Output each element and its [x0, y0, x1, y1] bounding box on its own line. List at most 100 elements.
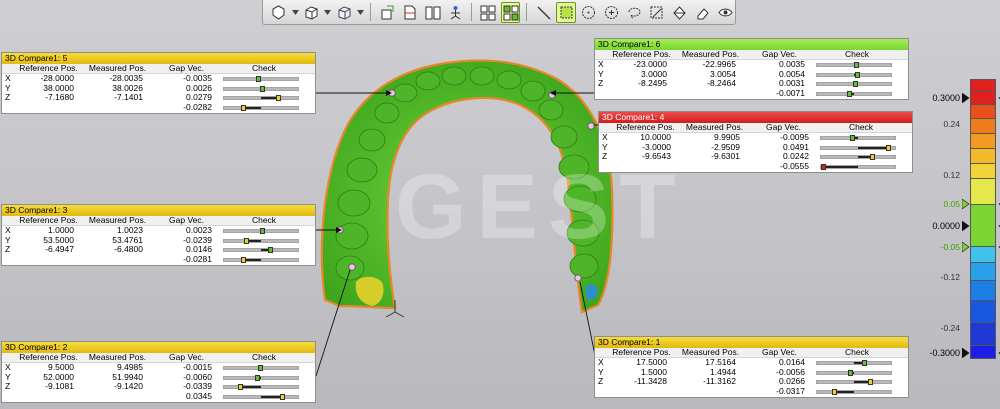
- column-header: Check: [848, 122, 874, 132]
- gauge-line: [823, 166, 858, 169]
- compare-panel-compare6[interactable]: 3D Compare1: 6 Reference Pos. Measured Pos…: [594, 38, 909, 100]
- scale-marker-icon[interactable]: [962, 348, 1000, 358]
- fill-select-icon: [673, 5, 686, 20]
- column-header: Check: [844, 49, 870, 59]
- gauge-track: [223, 227, 299, 234]
- fill-select-button[interactable]: [670, 2, 690, 23]
- gauge-marker: [260, 85, 266, 92]
- compare-panel-compare3[interactable]: 3D Compare1: 3 Reference Pos. Measured Pos…: [1, 204, 316, 266]
- total-gap-value: 0.0345: [186, 391, 212, 402]
- circle-select-icon: [582, 5, 596, 19]
- gauge-marker: [259, 227, 265, 234]
- gauge-marker: [854, 71, 860, 78]
- grid-icon: [480, 5, 496, 20]
- header-axis: [595, 50, 607, 59]
- compare-panel-compare4[interactable]: 3D Compare1: 4 Reference Pos. Measured Pos…: [598, 111, 913, 173]
- eye-button[interactable]: [715, 2, 735, 23]
- gauge-marker: [256, 75, 262, 82]
- check-gauge: [221, 245, 307, 255]
- gauge-track: [816, 359, 892, 366]
- compare-panel-compare5[interactable]: 3D Compare1: 5 Reference Pos. Measured Pos…: [1, 52, 316, 114]
- column-header: Gap Vec.: [169, 215, 204, 225]
- scale-marker-icon[interactable]: [962, 220, 1000, 231]
- measured-value: -9.1420: [114, 381, 143, 392]
- total-row: -0.0282: [2, 102, 315, 113]
- check-gauge: [814, 387, 900, 397]
- column-header: Gap Vec.: [762, 49, 797, 59]
- gauge-track: [223, 394, 299, 401]
- gauge-track: [223, 237, 299, 244]
- chevron-down-icon[interactable]: [357, 2, 365, 23]
- chevron-down-icon[interactable]: [324, 2, 332, 23]
- gauge-marker: [849, 134, 855, 141]
- surface-mode-icon: [272, 4, 285, 20]
- lasso-select-icon: [628, 7, 641, 19]
- column-header: Measured Pos.: [681, 49, 740, 59]
- deviation-button[interactable]: [500, 1, 521, 23]
- scale-label: -0.05: [940, 241, 960, 252]
- circle-select-button[interactable]: [579, 2, 599, 23]
- table-row: Z -6.4947 -6.4800 0.0146: [2, 245, 315, 255]
- empty-cell: [680, 162, 749, 172]
- gauge-track: [223, 374, 299, 381]
- total-gap-value: -0.0282: [183, 102, 212, 113]
- clipping-plane-button[interactable]: [377, 2, 397, 23]
- wire-cube-button[interactable]: [334, 2, 354, 23]
- split-view-button[interactable]: [423, 2, 443, 23]
- column-header: Reference Pos.: [19, 63, 78, 73]
- header-axis: [2, 64, 14, 73]
- check-gauge: [814, 368, 900, 378]
- gauge-marker: [853, 81, 859, 88]
- gauge-track: [816, 369, 892, 376]
- scale-segment: [970, 262, 996, 280]
- lasso-select-button[interactable]: [624, 2, 644, 23]
- surface-mode-button[interactable]: [269, 2, 289, 23]
- check-gauge: [814, 60, 900, 70]
- brush-select-button[interactable]: [647, 2, 667, 23]
- compare-panel-compare2[interactable]: 3D Compare1: 2 Reference Pos. Measured Pos…: [1, 341, 316, 403]
- gauge-track: [816, 81, 892, 88]
- cube-view-button[interactable]: [302, 2, 322, 23]
- compare-panel-compare1[interactable]: 3D Compare1: 1 Reference Pos. Measured Pos…: [594, 336, 909, 398]
- empty-cell: [607, 89, 676, 99]
- align-button[interactable]: [445, 2, 465, 23]
- empty-cell: [2, 392, 14, 402]
- scale-marker-icon[interactable]: [962, 241, 1000, 252]
- rectangle-select-button[interactable]: [556, 1, 576, 23]
- scale-marker-icon[interactable]: [962, 199, 1000, 210]
- check-gauge: [814, 358, 900, 368]
- check-gauge: [818, 143, 904, 153]
- check-gauge: [818, 162, 904, 172]
- scale-marker-icon[interactable]: [962, 93, 1000, 103]
- column-header: Measured Pos.: [685, 122, 744, 132]
- column-header: Reference Pos.: [612, 347, 671, 357]
- empty-cell: [676, 89, 745, 99]
- check-gauge: [221, 382, 307, 392]
- reference-value: -7.1680: [45, 92, 74, 103]
- reference-value: -11.3428: [634, 376, 667, 387]
- check-gauge: [221, 236, 307, 246]
- eraser-button[interactable]: [693, 2, 713, 23]
- polygon-select-button[interactable]: [602, 2, 622, 23]
- reference-value: -8.2495: [638, 78, 667, 89]
- column-header: Gap Vec.: [762, 347, 797, 357]
- column-header: Measured Pos.: [88, 352, 147, 362]
- gauge-track: [223, 364, 299, 371]
- toolbar-separator: [526, 3, 528, 21]
- gauge-marker: [237, 384, 243, 391]
- gauge-track: [816, 91, 892, 98]
- chevron-down-icon[interactable]: [291, 2, 299, 23]
- grid-button[interactable]: [478, 2, 498, 23]
- total-row: -0.0317: [595, 386, 908, 397]
- total-gap-value: -0.0555: [780, 161, 809, 172]
- gauge-track: [223, 105, 299, 112]
- empty-cell: [2, 255, 14, 265]
- empty-cell: [83, 392, 152, 402]
- check-gauge: [814, 70, 900, 80]
- line-select-button[interactable]: [533, 2, 553, 23]
- gauge-line: [243, 107, 261, 110]
- gauge-track: [816, 71, 892, 78]
- empty-cell: [83, 103, 152, 113]
- section-view-button[interactable]: [400, 2, 420, 23]
- column-header: Measured Pos.: [88, 63, 147, 73]
